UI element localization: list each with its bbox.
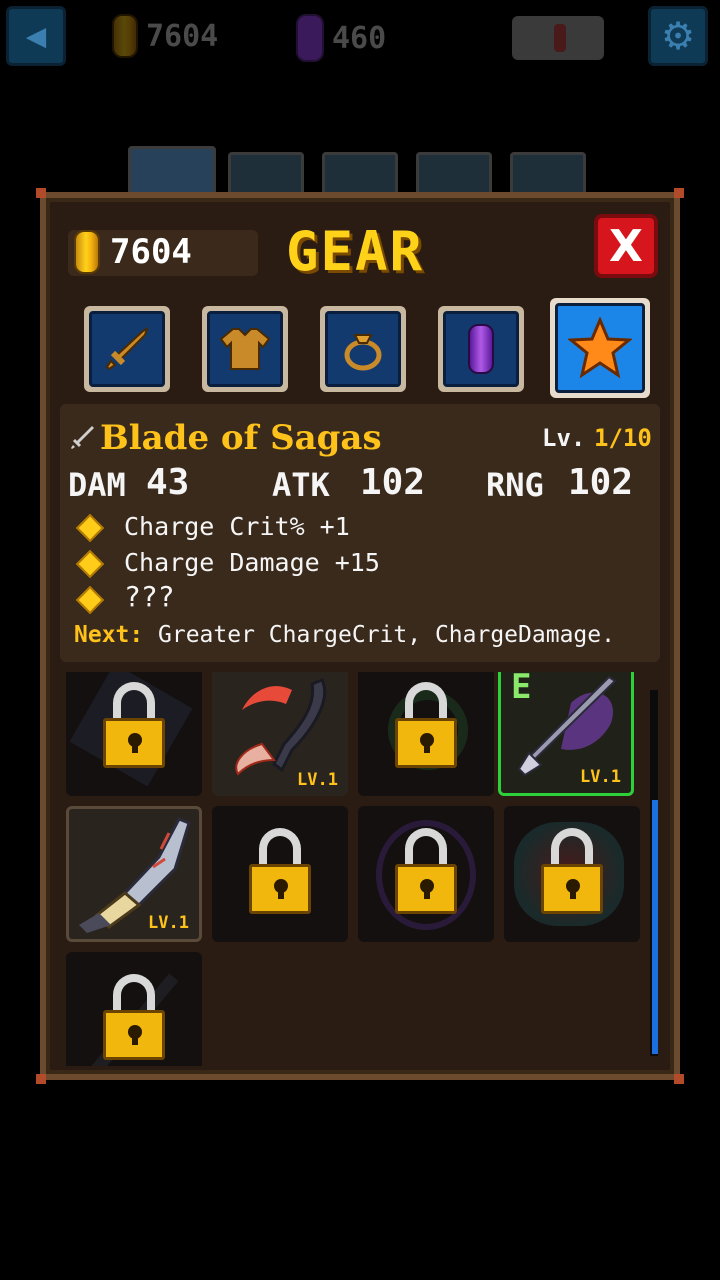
ring-icon xyxy=(344,334,382,371)
item-slot-locked[interactable] xyxy=(358,672,494,796)
item-slot-locked[interactable] xyxy=(66,672,202,796)
panel-corner xyxy=(36,188,46,198)
item-slot-locked[interactable] xyxy=(504,806,640,942)
tab-weapon[interactable] xyxy=(84,306,170,392)
item-slot-equipped[interactable]: E LV.1 xyxy=(498,672,634,796)
scroll-map-button[interactable] xyxy=(512,16,604,60)
stat-atk-value: 102 xyxy=(360,462,426,503)
scrollbar-thumb[interactable] xyxy=(652,800,658,1054)
item-level: LV.1 xyxy=(148,913,189,933)
coin-icon xyxy=(74,230,100,274)
scroll-icon xyxy=(554,24,566,52)
gear-icon: ⚙ xyxy=(660,14,696,58)
lock-icon xyxy=(395,828,457,916)
sword-icon xyxy=(105,327,149,371)
lock-icon xyxy=(103,682,165,770)
small-sword-icon xyxy=(71,426,94,449)
panel-corner xyxy=(674,188,684,198)
item-level-label: Lv. xyxy=(542,424,586,452)
settings-button[interactable]: ⚙ xyxy=(648,6,708,66)
panel-title: GEAR xyxy=(286,220,425,283)
item-slot[interactable]: LV.1 xyxy=(212,672,348,796)
stat-dam-label: DAM xyxy=(68,466,126,504)
stat-dam-value: 43 xyxy=(146,462,190,503)
lock-icon xyxy=(249,828,311,916)
stat-atk-label: ATK xyxy=(272,466,330,504)
perk-2: Charge Damage +15 xyxy=(124,548,380,577)
item-name: Blade of Sagas xyxy=(100,418,382,458)
item-slot-locked[interactable] xyxy=(66,952,202,1066)
stat-rng-value: 102 xyxy=(568,462,634,503)
panel-corner xyxy=(674,1074,684,1084)
item-grid: LV.1 E LV.1 LV.1 xyxy=(62,672,646,1066)
top-gold-counter: 7604 xyxy=(112,14,218,58)
lock-icon xyxy=(541,828,603,916)
item-slot-current[interactable]: LV.1 xyxy=(66,806,202,942)
item-level-value: 1/10 xyxy=(594,424,652,452)
item-slot-locked[interactable] xyxy=(358,806,494,942)
coin-icon xyxy=(112,14,138,58)
gem-icon xyxy=(468,324,494,374)
lock-icon xyxy=(103,974,165,1062)
top-gold-value: 7604 xyxy=(146,18,219,54)
top-gem-value: 460 xyxy=(332,20,387,56)
panel-gold-value: 7604 xyxy=(110,232,192,272)
perk-1: Charge Crit% +1 xyxy=(124,512,350,541)
stat-rng-label: RNG xyxy=(486,466,544,504)
panel-corner xyxy=(36,1074,46,1084)
next-value: Greater ChargeCrit, ChargeDamage. xyxy=(158,622,615,648)
item-slot-locked[interactable] xyxy=(212,806,348,942)
close-button[interactable]: X xyxy=(594,214,658,278)
tab-special[interactable] xyxy=(550,298,650,398)
gem-icon xyxy=(296,14,324,62)
tab-armor[interactable] xyxy=(202,306,288,392)
item-level: LV.1 xyxy=(580,767,621,787)
shirt-icon xyxy=(219,328,271,370)
back-arrow-icon: ◀ xyxy=(25,16,47,56)
star-icon xyxy=(568,317,632,379)
next-label: Next: xyxy=(74,622,144,648)
perk-3: ??? xyxy=(124,580,175,613)
tab-ring[interactable] xyxy=(320,306,406,392)
equipped-mark: E xyxy=(511,672,532,707)
lock-icon xyxy=(395,682,457,770)
top-gem-counter: 460 xyxy=(296,14,386,62)
tab-gem[interactable] xyxy=(438,306,524,392)
item-level: LV.1 xyxy=(297,770,338,790)
back-button[interactable]: ◀ xyxy=(6,6,66,66)
close-icon: X xyxy=(609,220,643,272)
